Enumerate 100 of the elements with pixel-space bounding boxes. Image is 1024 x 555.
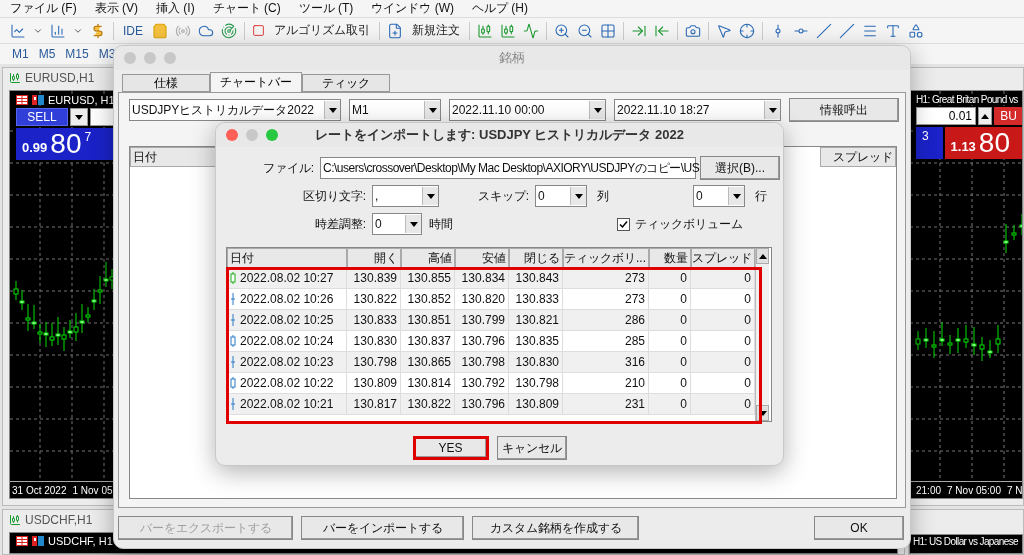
stop-icon[interactable]: [252, 24, 265, 37]
table-cell: 2022.08.02 10:25: [227, 310, 347, 331]
request-button[interactable]: 情報呼出: [789, 98, 899, 122]
table-icon[interactable]: [16, 95, 28, 105]
menu-item[interactable]: 挿入 (I): [156, 0, 195, 17]
table-cell: 130.821: [509, 310, 563, 331]
table-cell: 130.798: [509, 373, 563, 394]
radar-icon[interactable]: [221, 22, 237, 39]
menu-item[interactable]: ヘルプ (H): [472, 0, 528, 17]
time-label: 7 N: [1006, 484, 1022, 496]
table-cell: 210: [563, 373, 649, 394]
crosshair-icon[interactable]: [739, 22, 755, 39]
buy-button[interactable]: BU: [994, 107, 1022, 125]
lot-field[interactable]: 0.01: [916, 107, 976, 125]
zoom-in-icon[interactable]: [554, 22, 570, 39]
menu-item[interactable]: 表示 (V): [94, 0, 138, 17]
zoom-out-icon[interactable]: [577, 22, 593, 39]
table-cell: 316: [563, 352, 649, 373]
algo-trading-button[interactable]: アルゴリズム取引: [272, 22, 372, 39]
time-label: 31 Oct 2022: [12, 484, 67, 496]
offset-dropdown[interactable]: 0: [372, 213, 422, 235]
price-superscript: 7: [84, 129, 92, 144]
table-cell: 231: [563, 394, 649, 415]
delimiter-dropdown[interactable]: ,: [372, 185, 439, 207]
grid-icon[interactable]: [600, 22, 616, 39]
table-cell: 0: [649, 289, 691, 310]
new-order-button[interactable]: 新規注文: [410, 22, 462, 39]
sell-button[interactable]: SELL: [16, 108, 68, 126]
column-header[interactable]: ティックボリ...: [563, 248, 649, 268]
dialog-button[interactable]: キャンセル: [496, 436, 567, 460]
table-cell: 130.809: [509, 394, 563, 415]
table-cell: 0: [649, 373, 691, 394]
table-icon[interactable]: [16, 536, 28, 546]
from-date-dropdown[interactable]: 2022.11.10 00:00: [449, 99, 606, 121]
menu-item[interactable]: ツール (T): [298, 0, 354, 17]
dialog-button[interactable]: バーをインポートする: [301, 516, 464, 540]
close-icon[interactable]: [226, 129, 238, 141]
checkbox-label: ティックボリューム: [635, 215, 743, 233]
table-cell: 130.837: [401, 331, 455, 352]
line-chart-icon[interactable]: [523, 22, 539, 39]
dialog-button[interactable]: YES: [412, 436, 489, 460]
table-cell: 130.798: [455, 352, 509, 373]
unit-label: 時間: [429, 215, 453, 233]
new-order-icon[interactable]: [387, 22, 403, 39]
column-header[interactable]: 高値: [401, 248, 455, 268]
table-cell: 285: [563, 331, 649, 352]
timeframe-button[interactable]: M5: [38, 47, 56, 61]
timeframe-dropdown[interactable]: M1: [349, 99, 441, 121]
menu-item[interactable]: ウインドウ (W): [371, 0, 454, 17]
lot-stepper[interactable]: [978, 107, 993, 125]
dollar-icon[interactable]: [90, 22, 106, 39]
field-label: 時差調整:: [313, 215, 367, 233]
ide-button[interactable]: IDE: [121, 23, 145, 38]
timeframe-button[interactable]: M15: [65, 47, 89, 61]
skip-columns-dropdown[interactable]: 0: [535, 185, 587, 207]
caret-icon: [328, 107, 337, 113]
column-header[interactable]: 閉じる: [509, 248, 563, 268]
timeframe-button[interactable]: M1: [12, 47, 29, 61]
column-header[interactable]: 数量: [649, 248, 691, 268]
menu-item[interactable]: チャート (C): [212, 0, 281, 17]
dialog-title: 銘柄: [499, 49, 525, 67]
dialog-button[interactable]: カスタム銘柄を作成する: [472, 516, 639, 540]
text-tool-icon[interactable]: [885, 22, 901, 39]
table-cell: 130.820: [455, 289, 509, 310]
chart-label: USDCHF, H1: [48, 535, 113, 547]
symbol-dropdown[interactable]: USDJPYヒストリカルデータ2022: [129, 99, 341, 121]
menu-item[interactable]: ファイル (F): [10, 0, 77, 17]
lot-dropdown[interactable]: [70, 108, 88, 126]
dialog-button[interactable]: OK: [814, 516, 904, 540]
tab[interactable]: 仕様: [122, 74, 210, 92]
column-header[interactable]: 日付: [227, 248, 347, 268]
table-cell: 130.835: [509, 331, 563, 352]
chart-label: H1: Great Britan Pound vs: [916, 94, 1018, 105]
chart-window-icon[interactable]: [32, 536, 44, 546]
tab[interactable]: チャートバー: [210, 72, 302, 92]
trend-line-icon[interactable]: [816, 22, 832, 39]
chart-window-icon[interactable]: [32, 95, 44, 105]
table-cell: 130.814: [401, 373, 455, 394]
table-cell: 130.851: [401, 310, 455, 331]
column-header[interactable]: 開く: [347, 248, 401, 268]
unit-label: 列: [597, 187, 609, 205]
column-header[interactable]: 安値: [455, 248, 509, 268]
candlestick-icon[interactable]: [500, 22, 516, 39]
table-cell: 130.833: [509, 289, 563, 310]
maximize-icon[interactable]: [266, 129, 278, 141]
table-cell: 130.809: [347, 373, 401, 394]
shapes-icon[interactable]: [908, 22, 924, 39]
checkbox[interactable]: [617, 217, 630, 231]
line-chart-icon[interactable]: [10, 22, 26, 39]
select-button[interactable]: 選択(B)...: [700, 156, 780, 180]
camera-icon[interactable]: [685, 22, 701, 39]
table-cell: 130.830: [347, 331, 401, 352]
to-date-dropdown[interactable]: 2022.11.10 18:27: [614, 99, 781, 121]
skip-rows-dropdown[interactable]: 0: [693, 185, 745, 207]
time-label: 1 Nov 05: [72, 484, 113, 496]
table-cell: 0: [691, 331, 755, 352]
column-header[interactable]: スプレッド: [691, 248, 755, 268]
tab[interactable]: ティック: [302, 74, 390, 92]
table-cell: 0: [691, 394, 755, 415]
cursor-icon[interactable]: [716, 22, 732, 39]
